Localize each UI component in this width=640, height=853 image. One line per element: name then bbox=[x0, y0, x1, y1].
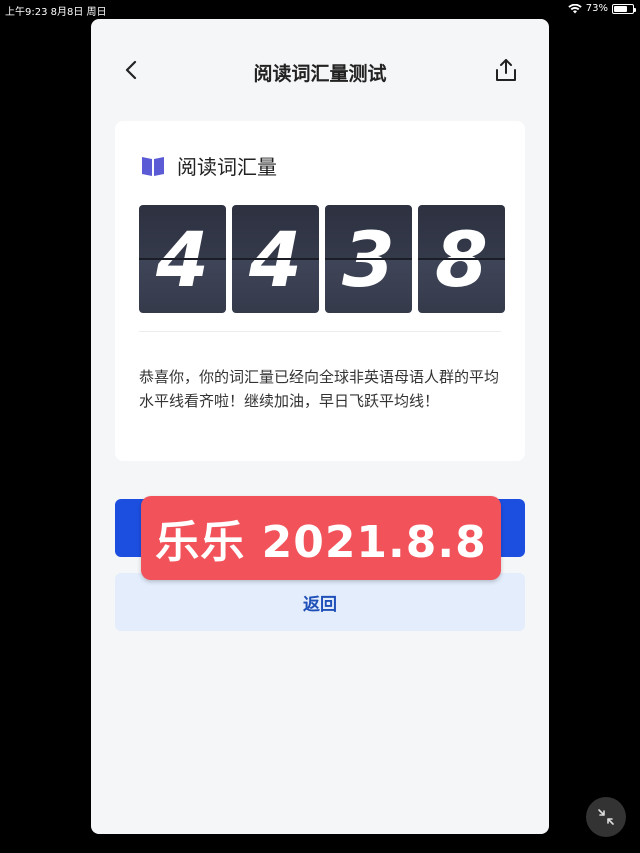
divider bbox=[139, 331, 501, 332]
digit-3: 3 bbox=[325, 205, 412, 313]
battery-icon bbox=[612, 3, 636, 14]
vocabulary-count: 4 4 3 8 bbox=[139, 205, 505, 313]
page-title: 阅读词汇量测试 bbox=[253, 63, 387, 85]
wifi-icon bbox=[568, 3, 582, 13]
battery-fill bbox=[614, 5, 628, 12]
collapse-icon bbox=[598, 809, 614, 825]
battery-tip bbox=[634, 7, 636, 12]
digit-1: 4 bbox=[139, 205, 226, 313]
share-icon[interactable] bbox=[493, 57, 519, 83]
digit-4: 8 bbox=[418, 205, 505, 313]
book-icon bbox=[142, 156, 164, 176]
status-right: 73% bbox=[568, 3, 636, 14]
status-time: 上午9:23 8月8日 周日 bbox=[5, 7, 107, 18]
card-title: 阅读词汇量 bbox=[177, 155, 277, 179]
collapse-button[interactable] bbox=[586, 797, 626, 837]
return-button[interactable]: 返回 bbox=[115, 573, 525, 631]
nav-bar: 阅读词汇量测试 bbox=[91, 49, 549, 93]
result-message: 恭喜你，你的词汇量已经向全球非英语母语人群的平均水平线看齐啦！继续加油，早日飞跃… bbox=[139, 368, 500, 410]
digit-2: 4 bbox=[232, 205, 319, 313]
battery-percent: 73% bbox=[585, 3, 608, 14]
status-bar: 上午9:23 8月8日 周日 73% bbox=[0, 0, 640, 18]
result-card: 阅读词汇量 4 4 3 8 恭喜你，你的词汇量已经向全球非英语母语人群的平均水平… bbox=[115, 121, 525, 461]
date-stamp: 乐乐 2021.8.8 bbox=[141, 496, 501, 580]
app-panel: 阅读词汇量测试 阅读词汇量 4 4 3 8 恭喜你，你的词汇量已经向全球非英语母… bbox=[91, 19, 549, 834]
card-header: 阅读词汇量 bbox=[141, 151, 277, 180]
